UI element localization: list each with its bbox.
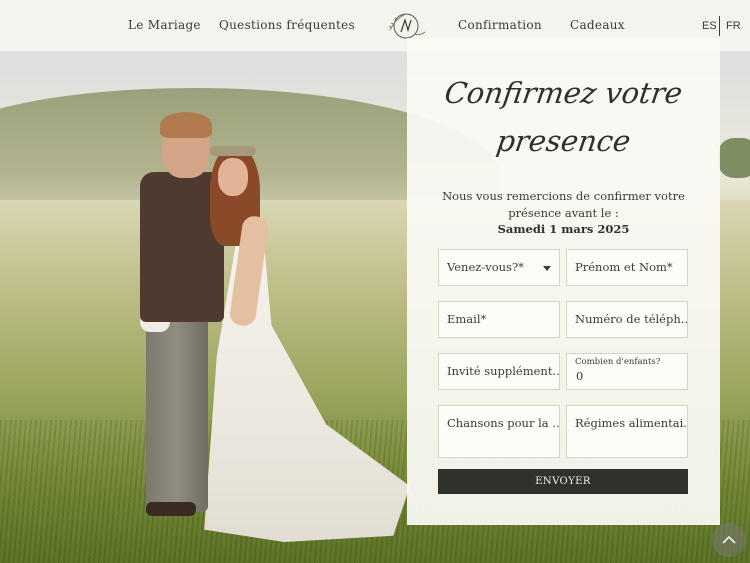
- email-input[interactable]: Email*: [438, 301, 560, 338]
- song-requests-textarea[interactable]: Chansons pour la ...: [438, 405, 560, 458]
- attending-select-placeholder: Venez-vous?*: [447, 260, 524, 274]
- caret-down-icon: [543, 266, 551, 271]
- form-intro: Nous vous remercions de confirmer votre …: [442, 189, 685, 220]
- language-es[interactable]: ES: [702, 20, 717, 32]
- email-input-placeholder: Email*: [447, 312, 487, 326]
- groom-hair: [160, 112, 212, 138]
- children-count-label: Combien d'enfants?: [575, 357, 661, 367]
- name-input[interactable]: Prénom et Nom*: [566, 249, 688, 286]
- extra-guests-placeholder: Invité supplément...: [447, 364, 560, 378]
- nav-le-mariage[interactable]: Le Mariage: [128, 18, 201, 32]
- form-title-line-2: presence: [494, 124, 633, 158]
- rsvp-deadline: Samedi 1 mars 2025: [497, 222, 630, 236]
- chevron-up-icon: [722, 535, 736, 544]
- scroll-to-top-button[interactable]: [712, 523, 746, 557]
- name-input-placeholder: Prénom et Nom*: [575, 260, 673, 274]
- dietary-textarea[interactable]: Régimes alimentai...: [566, 405, 688, 458]
- children-count-value: 0: [576, 369, 584, 383]
- language-fr[interactable]: FR: [726, 20, 741, 32]
- flower-crown: [210, 146, 256, 156]
- children-count-input[interactable]: Combien d'enfants? 0: [566, 353, 688, 390]
- rsvp-card: Confirmez votre presence Nous vous remer…: [407, 38, 720, 525]
- nav-cadeaux[interactable]: Cadeaux: [570, 18, 625, 32]
- language-divider: [719, 16, 720, 36]
- attending-select[interactable]: Venez-vous?*: [438, 249, 560, 286]
- nav-questions-frequentes[interactable]: Questions fréquentes: [219, 18, 355, 32]
- dietary-placeholder: Régimes alimentai...: [575, 416, 688, 430]
- phone-input-placeholder: Numéro de téléph...: [575, 312, 688, 326]
- nav-confirmation[interactable]: Confirmation: [458, 18, 542, 32]
- song-requests-placeholder: Chansons pour la ...: [447, 416, 560, 430]
- extra-guests-input[interactable]: Invité supplément...: [438, 353, 560, 390]
- submit-button[interactable]: ENVOYER: [438, 469, 688, 494]
- tree: [718, 138, 750, 178]
- phone-input[interactable]: Numéro de téléph...: [566, 301, 688, 338]
- groom-shoes: [146, 502, 196, 516]
- bride-face: [218, 158, 248, 196]
